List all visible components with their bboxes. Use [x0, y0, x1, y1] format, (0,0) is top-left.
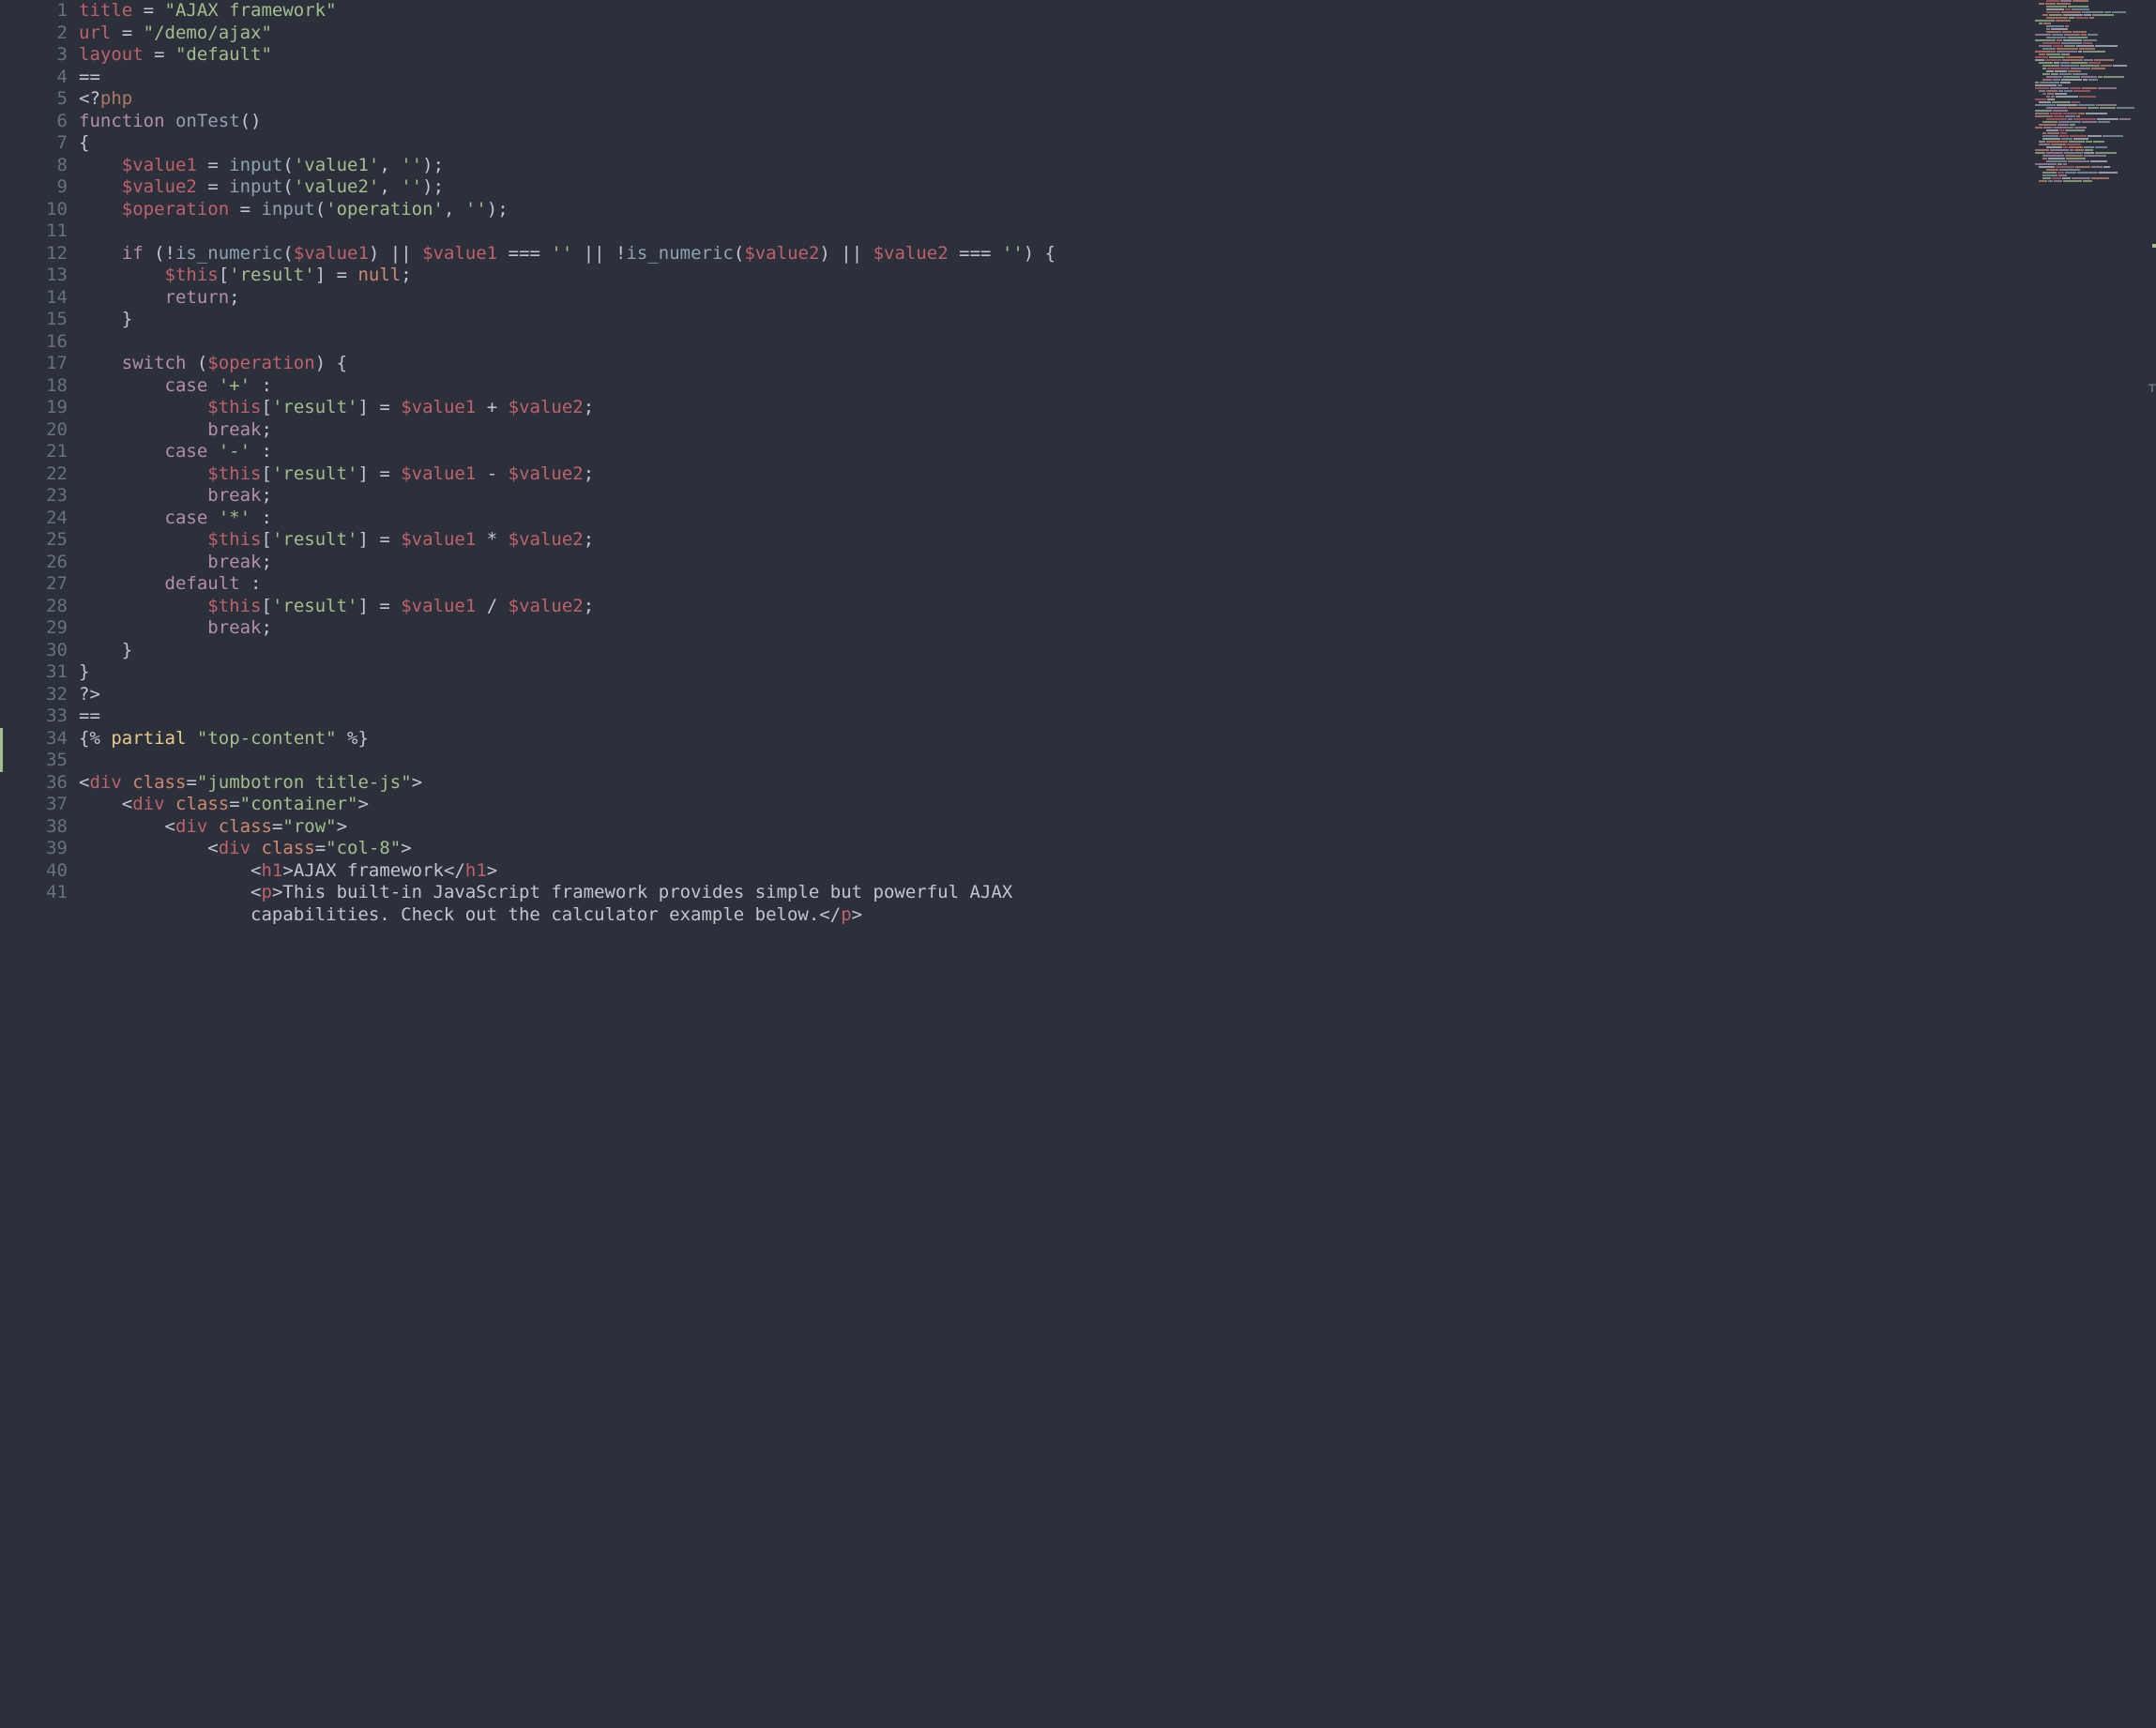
line-number: 8 — [0, 155, 68, 177]
line-number: 15 — [0, 309, 68, 331]
line-number: 10 — [0, 199, 68, 221]
line-number: 25 — [0, 529, 68, 552]
code-line[interactable]: url = "/demo/ajax" — [79, 23, 1147, 45]
code-line[interactable]: break; — [79, 485, 1147, 508]
code-line[interactable]: <div class="row"> — [79, 816, 1147, 839]
line-number-gutter: 1234567891011121314151617181920212223242… — [0, 0, 79, 899]
line-number: 3 — [0, 44, 68, 67]
line-number: 28 — [0, 596, 68, 618]
line-number: 27 — [0, 573, 68, 596]
sidebar-tick-icon: ⊤ — [2148, 378, 2156, 401]
code-line[interactable]: capabilities. Check out the calculator e… — [79, 904, 1147, 927]
line-number: 16 — [0, 331, 68, 354]
line-number: 36 — [0, 772, 68, 795]
line-number: 7 — [0, 132, 68, 155]
code-line[interactable] — [79, 220, 1147, 243]
line-number: 5 — [0, 88, 68, 111]
line-number: 1 — [0, 0, 68, 23]
code-line[interactable]: { — [79, 132, 1147, 155]
line-number: 4 — [0, 67, 68, 89]
code-line[interactable]: function onTest() — [79, 111, 1147, 133]
code-line[interactable]: break; — [79, 419, 1147, 442]
line-number: 13 — [0, 265, 68, 287]
line-number: 24 — [0, 508, 68, 530]
line-number: 21 — [0, 441, 68, 463]
code-line[interactable]: layout = "default" — [79, 44, 1147, 67]
code-line[interactable]: case '+' : — [79, 375, 1147, 398]
code-line[interactable]: $operation = input('operation', ''); — [79, 199, 1147, 221]
code-line[interactable]: <div class="container"> — [79, 794, 1147, 816]
code-line[interactable]: $this['result'] = $value1 * $value2; — [79, 529, 1147, 552]
line-number: 34 — [0, 728, 79, 750]
code-line[interactable]: switch ($operation) { — [79, 353, 1147, 375]
line-number: 2 — [0, 23, 68, 45]
line-number: 40 — [0, 860, 68, 883]
code-line[interactable]: } — [79, 661, 1147, 684]
line-number: 31 — [0, 661, 68, 684]
code-line[interactable]: {% partial "top-content" %} — [79, 728, 1147, 750]
line-number: 32 — [0, 684, 68, 706]
code-line[interactable]: $this['result'] = $value1 / $value2; — [79, 596, 1147, 618]
code-line[interactable]: $this['result'] = $value1 + $value2; — [79, 397, 1147, 419]
line-number: 30 — [0, 640, 68, 662]
line-number: 19 — [0, 397, 68, 419]
code-editor[interactable]: 1234567891011121314151617181920212223242… — [0, 0, 1147, 899]
code-line[interactable]: $value2 = input('value2', ''); — [79, 176, 1147, 199]
code-line[interactable]: } — [79, 309, 1147, 331]
line-number: 23 — [0, 485, 68, 508]
line-number: 38 — [0, 816, 68, 839]
line-number: 22 — [0, 463, 68, 486]
code-line[interactable]: break; — [79, 552, 1147, 574]
code-line[interactable]: $this['result'] = null; — [79, 265, 1147, 287]
code-line[interactable]: if (!is_numeric($value1) || $value1 === … — [79, 243, 1147, 265]
code-line[interactable]: $value1 = input('value1', ''); — [79, 155, 1147, 177]
code-line[interactable]: == — [79, 67, 1147, 89]
scroll-marker — [2152, 244, 2156, 248]
line-number: 17 — [0, 353, 68, 375]
code-line[interactable]: <p>This built-in JavaScript framework pr… — [79, 882, 1147, 904]
code-content[interactable]: title = "AJAX framework"url = "/demo/aja… — [79, 0, 1147, 899]
code-line[interactable]: ?> — [79, 684, 1147, 706]
code-line[interactable]: <div class="col-8"> — [79, 838, 1147, 860]
line-number: 20 — [0, 419, 68, 442]
code-line[interactable]: return; — [79, 287, 1147, 310]
code-line[interactable]: } — [79, 640, 1147, 662]
line-number: 41 — [0, 882, 68, 904]
line-number: 11 — [0, 220, 68, 243]
code-line[interactable]: == — [79, 705, 1147, 728]
line-number: 26 — [0, 552, 68, 574]
code-line[interactable] — [79, 331, 1147, 354]
line-number: 18 — [0, 375, 68, 398]
code-line[interactable]: $this['result'] = $value1 - $value2; — [79, 463, 1147, 486]
line-number: 6 — [0, 111, 68, 133]
code-line[interactable]: case '-' : — [79, 441, 1147, 463]
minimap[interactable] — [2034, 0, 2145, 188]
line-number: 12 — [0, 243, 68, 265]
line-number: 29 — [0, 617, 68, 640]
line-number: 33 — [0, 705, 68, 728]
code-line[interactable]: title = "AJAX framework" — [79, 0, 1147, 23]
line-number: 14 — [0, 287, 68, 310]
code-line[interactable]: break; — [79, 617, 1147, 640]
line-number: 35 — [0, 750, 79, 772]
code-line[interactable]: <h1>AJAX framework</h1> — [79, 860, 1147, 883]
code-line[interactable]: case '*' : — [79, 508, 1147, 530]
line-number: 39 — [0, 838, 68, 860]
code-line[interactable]: default : — [79, 573, 1147, 596]
line-number: 37 — [0, 794, 68, 816]
code-line[interactable]: <?php — [79, 88, 1147, 111]
code-line[interactable] — [79, 750, 1147, 772]
code-line[interactable]: <div class="jumbotron title-js"> — [79, 772, 1147, 795]
line-number: 9 — [0, 176, 68, 199]
